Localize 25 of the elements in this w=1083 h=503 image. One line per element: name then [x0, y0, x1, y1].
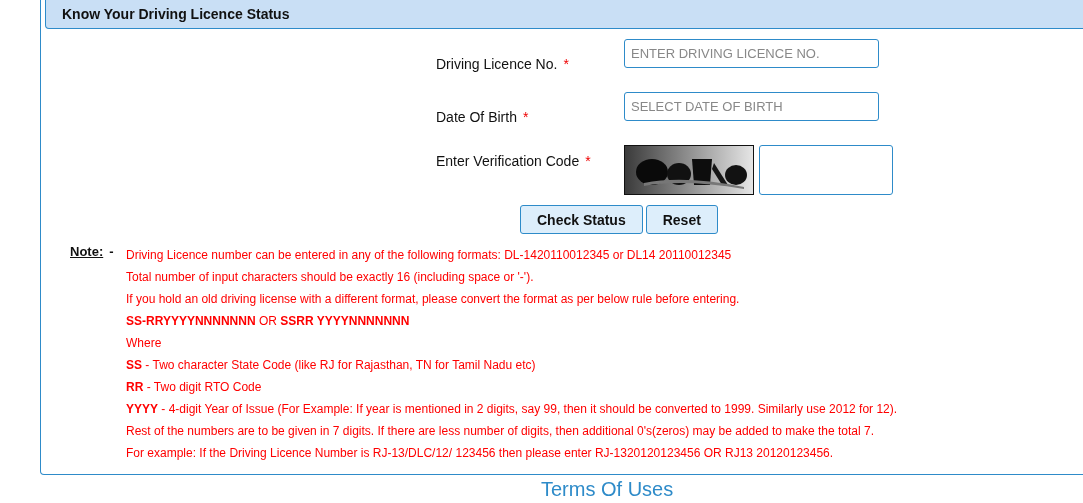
note-label: Note: [70, 244, 104, 259]
note-line: Rest of the numbers are to be given in 7 digits. If there are less number of digits, then additional 0's(zeros) may be added to make the total 7. [126, 423, 876, 440]
note-line: SS-RRYYYYNNNNNNN OR SSRR YYYYNNNNNNN [126, 313, 411, 330]
note-line: If you hold an old driving license with a different format, please convert the format as per below rule before entering. [126, 291, 741, 308]
required-mark: * [522, 109, 529, 125]
note-separator: - [109, 244, 114, 259]
reset-button[interactable]: Reset [645, 205, 718, 234]
panel-title: Know Your Driving Licence Status [62, 6, 290, 22]
note-line: Driving Licence number can be entered in any of the following formats: DL-1420110012345 or DL14 20110012345 [126, 247, 733, 264]
required-mark: * [585, 153, 591, 169]
note-line: YYYY - 4-digit Year of Issue (For Example: If year is mentioned in 2 digits, say 99, then it should be converted to 1999. Similarly use 2012 for 12). [126, 401, 898, 418]
note-line: SS - Two character State Code (like RJ for Rajasthan, TN for Tamil Nadu etc) [126, 357, 537, 374]
field-label: Enter Verification Code [436, 153, 580, 169]
note-line: RR - Two digit RTO Code [126, 379, 263, 396]
check-status-button[interactable]: Check Status [520, 205, 643, 234]
note-line: Where [126, 335, 163, 352]
note-line: For example: If the Driving Licence Number is RJ-13/DLC/12/ 123456 then please enter RJ-1320120123456 OR RJ13 20120123456. [126, 445, 835, 462]
note-line: Total number of input characters should be exactly 16 (including space or '-'). [126, 269, 535, 286]
field-label: Date Of Birth [436, 109, 517, 125]
field-label: Driving Licence No. [436, 56, 558, 72]
verification-code-field[interactable] [759, 145, 893, 195]
terms-heading: Terms Of Uses [541, 478, 674, 500]
input-field[interactable]: SELECT DATE OF BIRTH [624, 92, 879, 121]
required-mark: * [563, 56, 569, 72]
input-field[interactable]: ENTER DRIVING LICENCE NO. [624, 39, 879, 68]
